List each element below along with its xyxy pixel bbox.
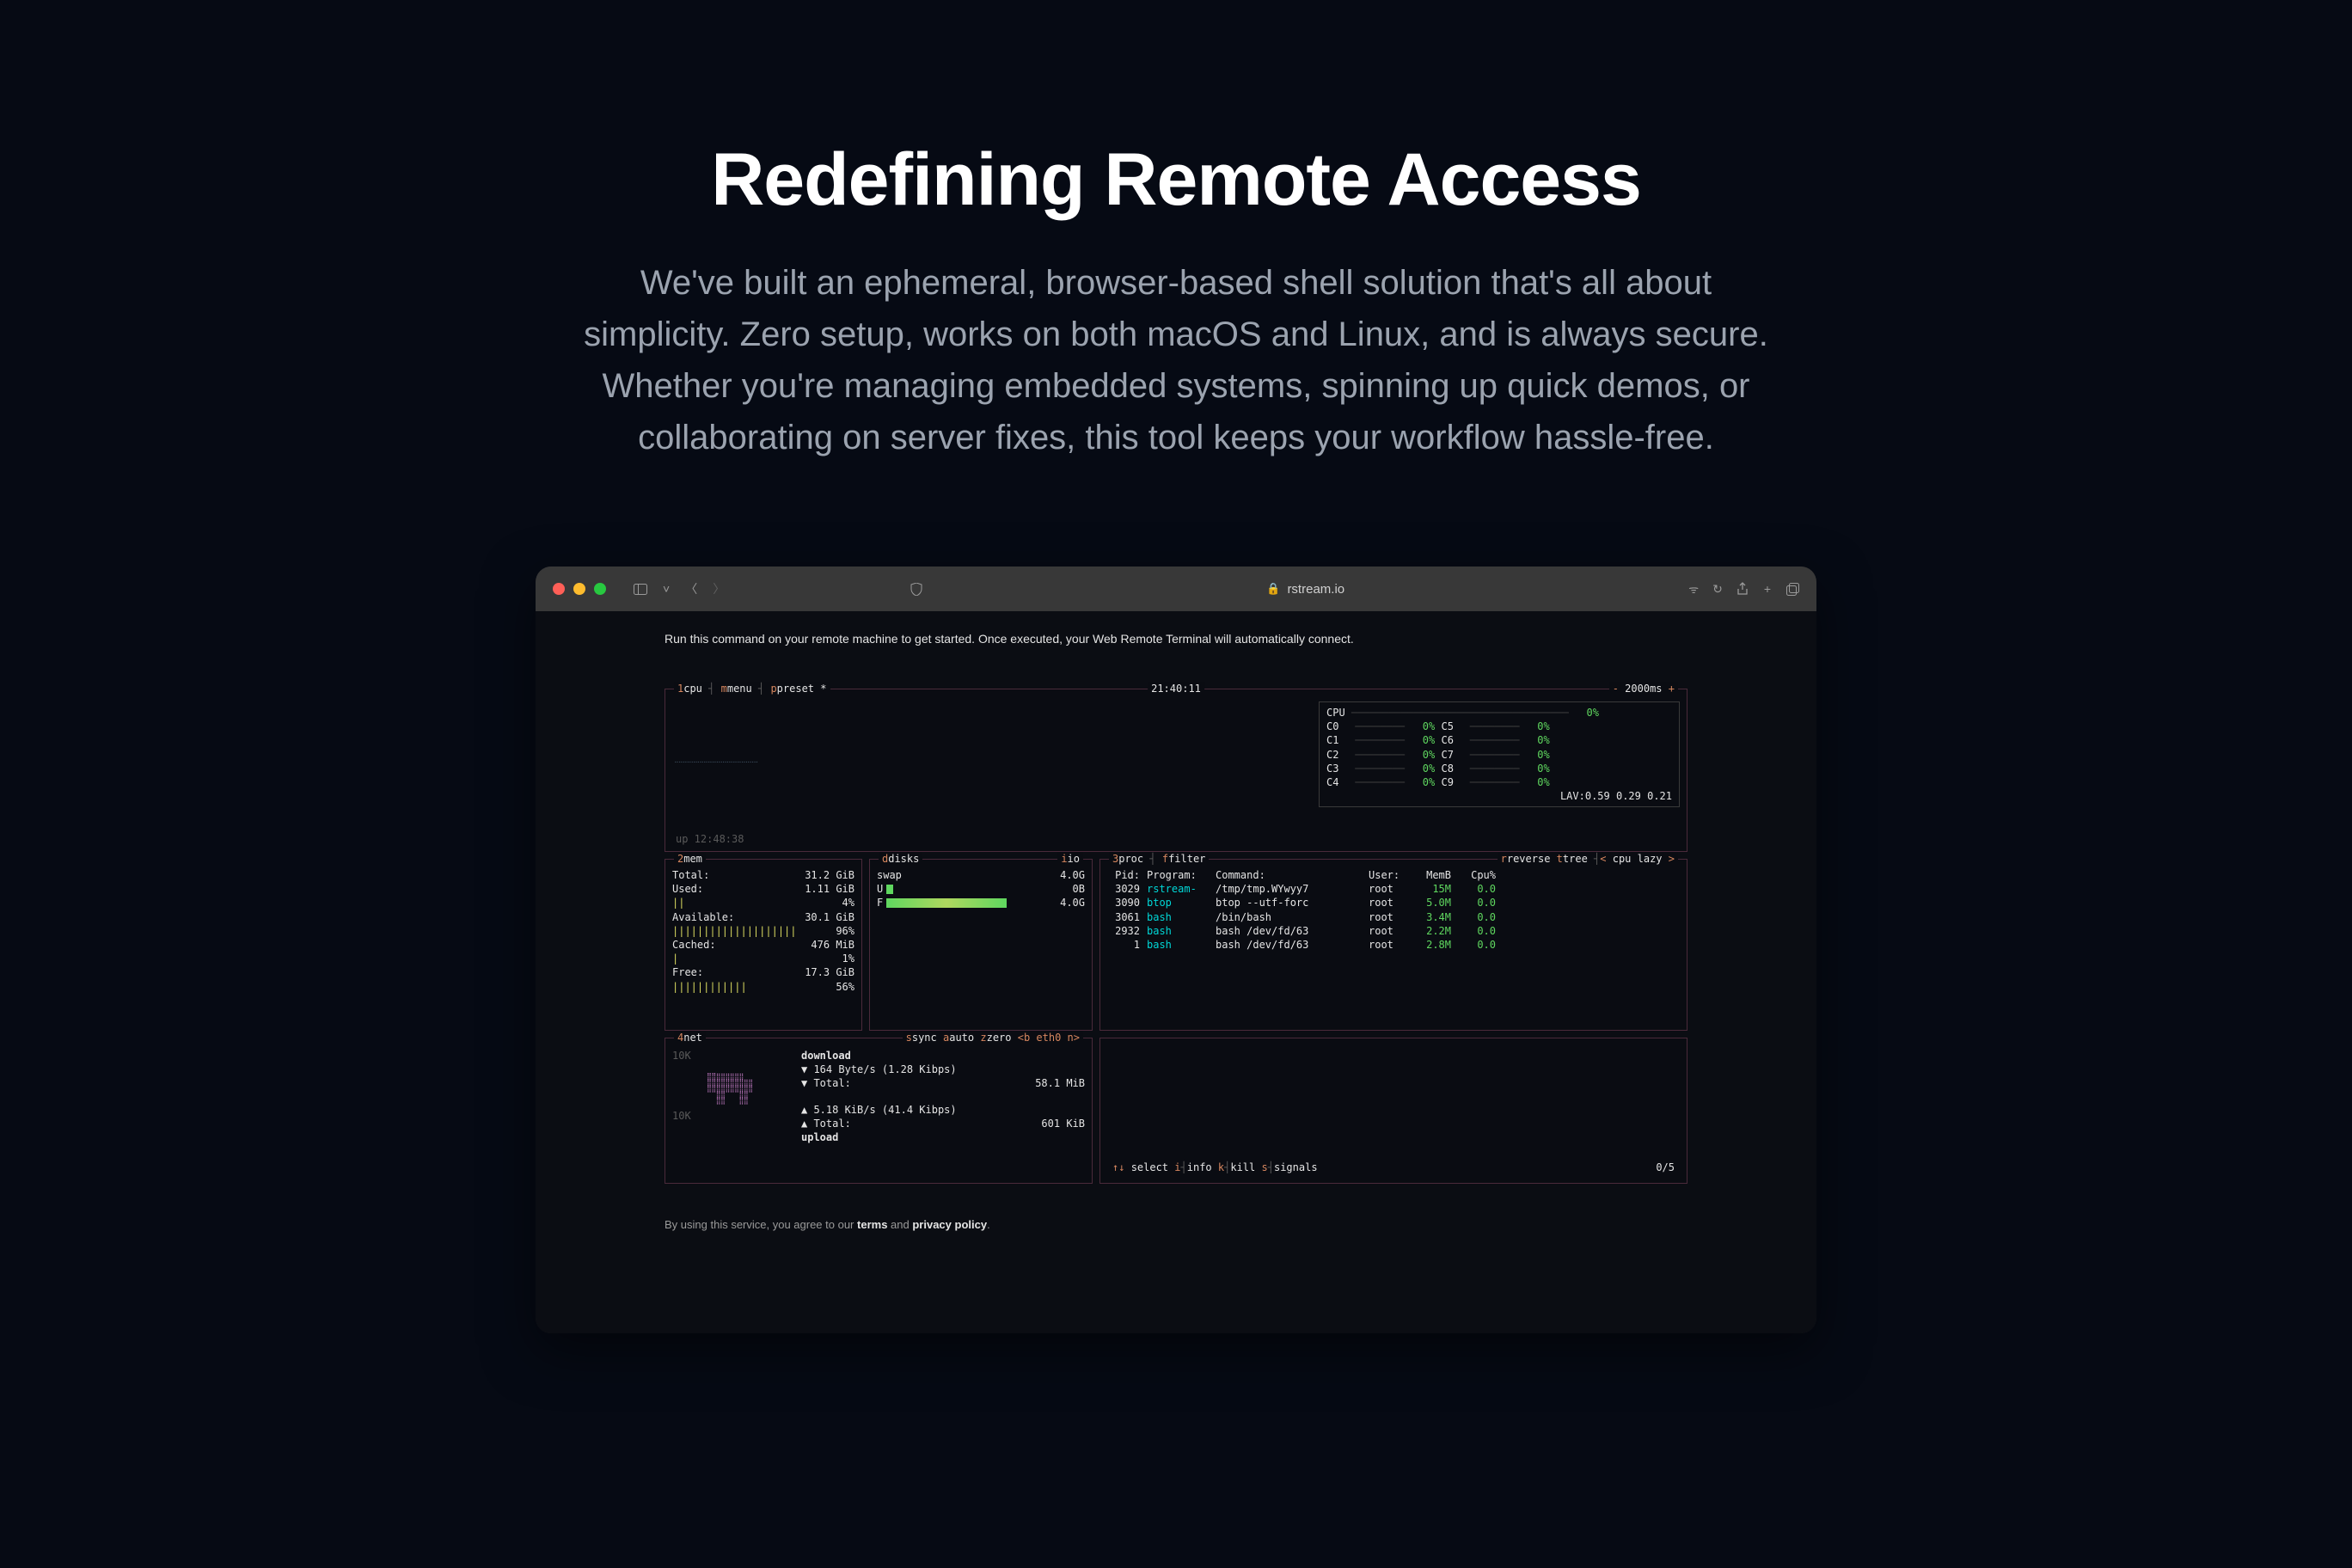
proc-row[interactable]: 3061bash/bin/bashroot3.4M0.0: [1107, 910, 1680, 924]
address-text: rstream.io: [1287, 582, 1344, 597]
page-viewport: Run this command on your remote machine …: [536, 611, 1816, 1333]
net-graph: ⣀⣀⣿⣿⣿⣿⣿⣿⣿⣿⣿⣿⣿⣿⣿⣿⣿⣿⣿⣿⣿⣿⣿⣿⣿⣿⣿⣿⣿⣿⠀⠀⣿⣿⠀⠀⠀⣿⣿⠀…: [707, 1068, 784, 1104]
terms-link[interactable]: terms: [857, 1218, 887, 1231]
shield-icon[interactable]: [910, 583, 922, 596]
instruction-text: Run this command on your remote machine …: [665, 632, 1687, 646]
net-panel: 4net ssync aauto zzero <b eth0 n> 10K ⣀⣀…: [665, 1038, 1093, 1184]
mem-panel: 2mem Total:31.2 GiB Used:1.11 GiB ||4% A…: [665, 859, 862, 1031]
address-bar[interactable]: 🔒 rstream.io: [1266, 582, 1344, 597]
translate-icon[interactable]: ᯤ: [1688, 581, 1699, 597]
forward-icon[interactable]: 〉: [713, 580, 725, 597]
browser-chrome: ˅ 〈 〉 🔒 rstream.io ᯤ ↻ +: [536, 567, 1816, 611]
close-icon[interactable]: [553, 583, 565, 595]
hero-title: Redefining Remote Access: [574, 138, 1778, 223]
proc-row[interactable]: 1bashbash /dev/fd/63root2.8M0.0: [1107, 938, 1680, 952]
privacy-link[interactable]: privacy policy: [912, 1218, 987, 1231]
hero-subtitle: We've built an ephemeral, browser-based …: [574, 257, 1778, 463]
minimize-icon[interactable]: [573, 583, 585, 595]
proc-panel: 3proc ┤ ffilter rreverse ttree ┤< cpu la…: [1099, 859, 1687, 1031]
lock-icon: 🔒: [1266, 582, 1280, 596]
tabs-icon[interactable]: [1786, 582, 1799, 596]
traffic-lights: [553, 583, 606, 595]
cpu-panel: 1cpu ┤ mmenu ┤ ppreset * 21:40:11 - 2000…: [665, 689, 1687, 852]
browser-window: ˅ 〈 〉 🔒 rstream.io ᯤ ↻ +: [536, 567, 1816, 1333]
share-icon[interactable]: [1736, 582, 1749, 596]
clock: 21:40:11: [1151, 683, 1201, 695]
proc-row[interactable]: 3090btopbtop --utf-forcroot5.0M0.0: [1107, 896, 1680, 910]
maximize-icon[interactable]: [594, 583, 606, 595]
proc-row[interactable]: 2932bashbash /dev/fd/63root2.2M0.0: [1107, 924, 1680, 938]
chevron-down-icon[interactable]: ˅: [663, 582, 670, 596]
hero: Redefining Remote Access We've built an …: [574, 138, 1778, 463]
back-icon[interactable]: 〈: [685, 580, 697, 597]
proc-row[interactable]: 3029rstream-/tmp/tmp.WYwyy7root15M0.0: [1107, 882, 1680, 896]
select-panel: ↑↓ select i┤info k┤kill s┤signals 0/5: [1099, 1038, 1687, 1184]
cpu-core-box: CPU ─────────────────────────────────── …: [1319, 701, 1680, 807]
sidebar-toggle-icon[interactable]: [634, 584, 647, 595]
uptime: up 12:48:38: [676, 832, 744, 846]
terminal[interactable]: 1cpu ┤ mmenu ┤ ppreset * 21:40:11 - 2000…: [665, 689, 1687, 1184]
disks-panel: ddisks iio swap4.0G U0B F4.0G: [869, 859, 1093, 1031]
footer-legal: By using this service, you agree to our …: [665, 1218, 1687, 1231]
new-tab-icon[interactable]: +: [1764, 582, 1771, 596]
reload-icon[interactable]: ↻: [1712, 582, 1723, 597]
cpu-graph: ⠀⠀⠀⠀⠀⠀⠀⠀⠒⠒⠒⠒⠒⠒⠒⠒⠒⠒⠒⠒⠒⠒⠒⠒⠒⠒⠒⠒: [674, 712, 757, 766]
